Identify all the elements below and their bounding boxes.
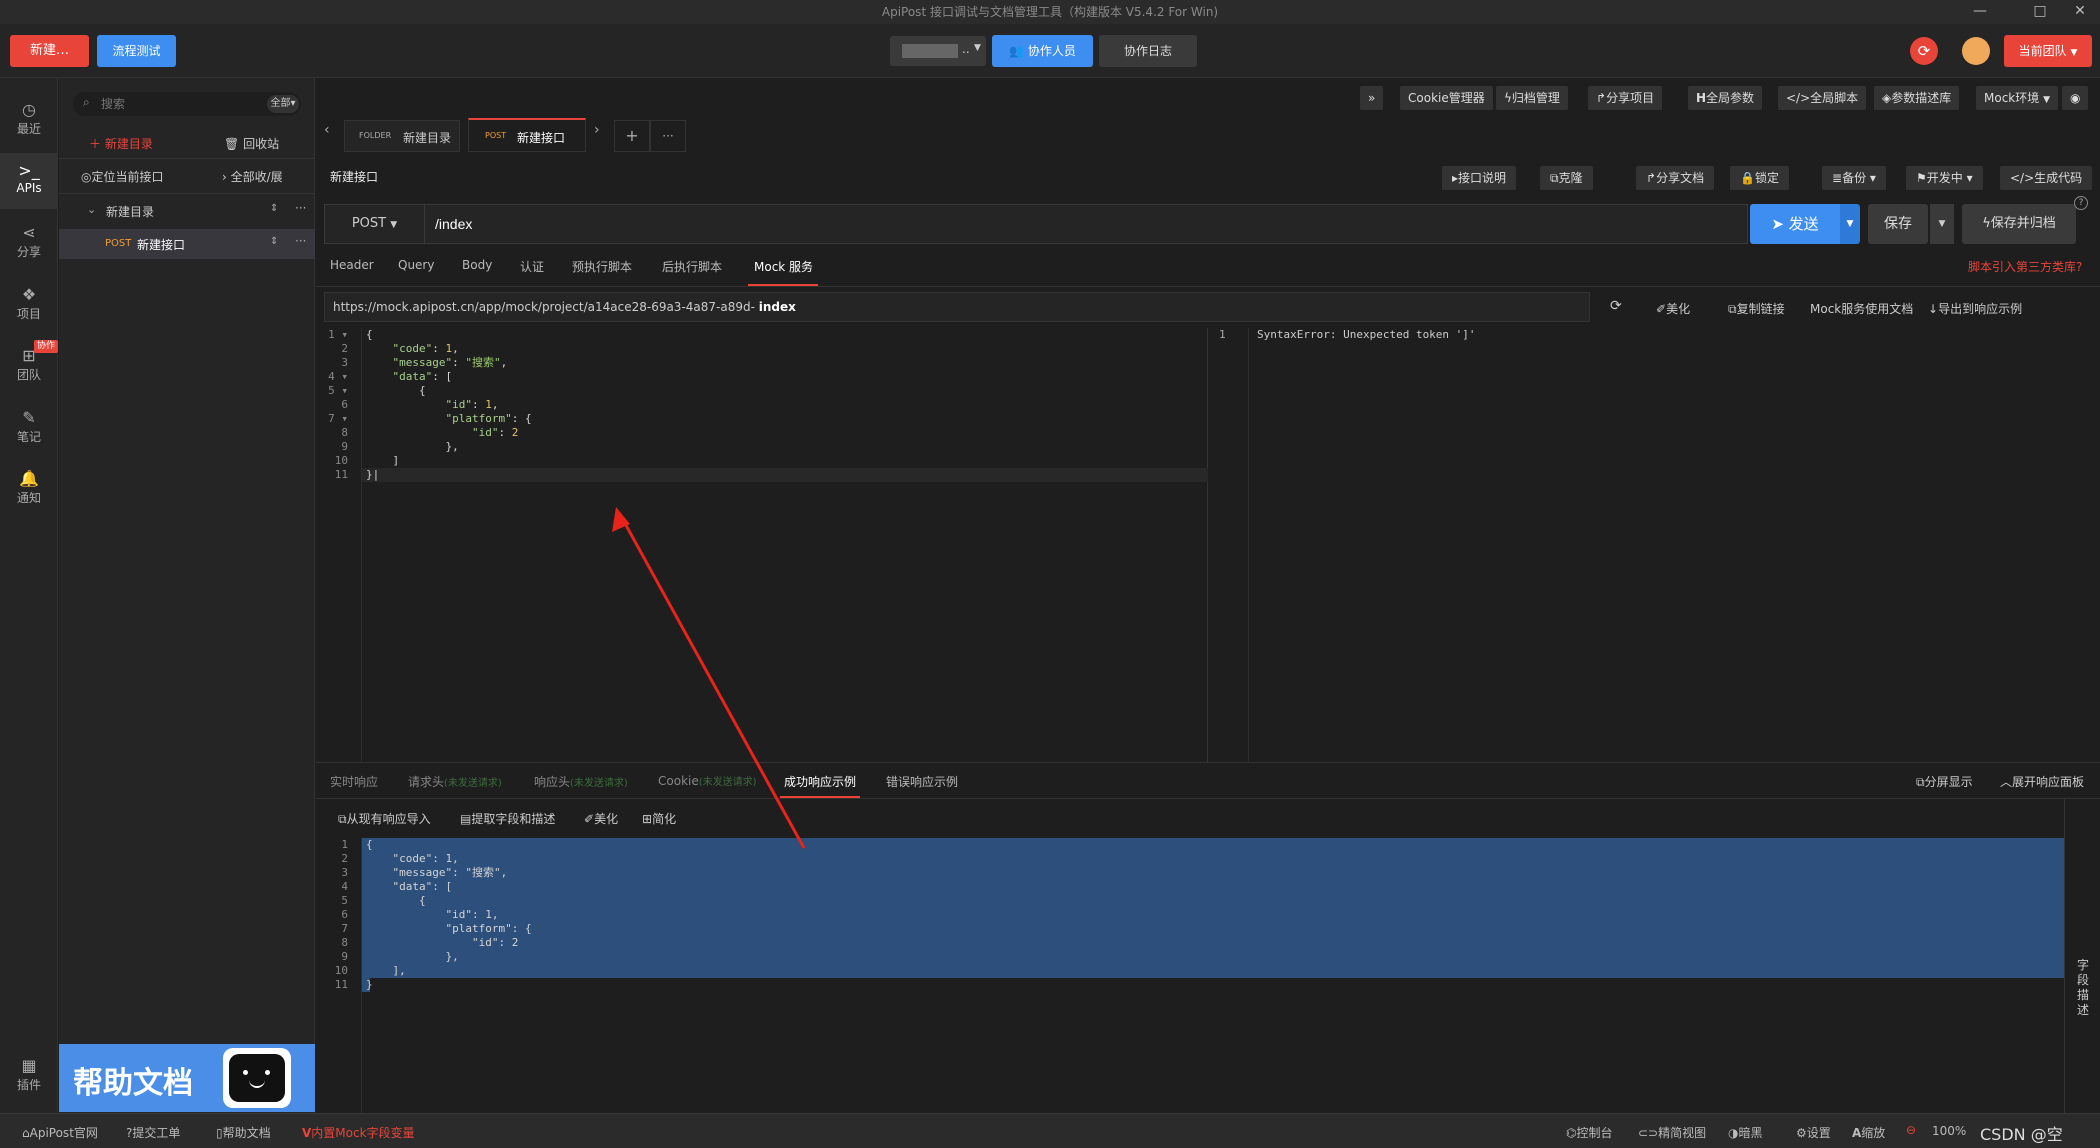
project-select-value: .. — [962, 42, 970, 56]
main-panel: » Cookie管理器 ϟ归档管理 ↱分享项目 H全局参数 </>全局脚本 ◈参… — [316, 78, 2100, 1113]
sort-icon[interactable]: ⇕ — [270, 236, 278, 247]
maximize-icon[interactable]: □ — [2020, 0, 2060, 24]
rail-team[interactable]: ⊞ 团队 协作 — [0, 338, 58, 394]
minimize-icon[interactable]: — — [1960, 0, 2000, 24]
home-icon: ⌂ — [22, 1126, 30, 1140]
rail-share[interactable]: ⋖ 分享 — [0, 215, 58, 271]
rail-apis[interactable]: >_ APIs — [0, 153, 58, 209]
folder-name: 新建目录 — [106, 205, 155, 219]
nav-rail: ◷ 最近 >_ APIs ⋖ 分享 ❖ 项目 ⊞ 团队 协作 ✎ 笔记 🔔 通知 ▦ 插件 — [0, 78, 58, 1113]
rail-plugins[interactable]: ▦ 插件 — [0, 1048, 58, 1104]
chevron-down-icon: ⌄ — [87, 203, 97, 216]
terminal-icon: ⌬ — [1566, 1126, 1577, 1140]
search-input[interactable] — [101, 95, 221, 113]
chevron-right-icon: › — [222, 170, 231, 184]
plus-icon: ＋ — [89, 137, 105, 151]
watermark: CSDN @空 — [1980, 1125, 2063, 1144]
terminal-icon: >_ — [18, 161, 40, 180]
help-banner-text: 帮助文档 — [73, 1066, 193, 1101]
method-tag: POST — [105, 238, 132, 249]
bell-icon: 🔔 — [19, 469, 39, 488]
annotation-arrow — [612, 507, 806, 849]
filter-select[interactable]: 全部▾ — [267, 95, 299, 113]
v-icon: V — [302, 1126, 312, 1140]
search-box: ⌕ 全部▾ — [73, 92, 301, 116]
locate-icon: ◎ — [81, 170, 92, 184]
gear-icon: ⚙ — [1796, 1126, 1807, 1140]
edit-icon: ✎ — [22, 408, 36, 427]
clock-icon: ◷ — [22, 100, 36, 119]
chevron-down-icon: ▼ — [2070, 48, 2078, 58]
new-button[interactable]: 新建… — [10, 35, 89, 67]
trash-icon: 🗑 — [224, 137, 244, 151]
settings-button[interactable]: ⚙设置 — [1796, 1124, 1831, 1141]
team-badge: 协作 — [34, 340, 58, 353]
more-icon[interactable]: ··· — [295, 201, 306, 215]
grid-icon: ▦ — [21, 1056, 37, 1075]
book-icon: ▯ — [216, 1126, 223, 1140]
mascot-icon — [223, 1048, 291, 1108]
avatar[interactable] — [1962, 37, 1990, 65]
zoom-control[interactable]: A缩放 — [1852, 1124, 1885, 1141]
submit-ticket-link[interactable]: ?提交工单 — [126, 1124, 180, 1141]
window-title: ApiPost 接口调试与文档管理工具（构建版本 V5.4.2 For Win) — [881, 5, 1219, 19]
share-icon: ⋖ — [22, 223, 36, 242]
rail-notes[interactable]: ✎ 笔记 — [0, 400, 58, 456]
top-toolbar: 新建… 流程测试 .. ▼ 👥 协作人员 协作日志 ⟳ 当前团队 ▼ — [0, 24, 2100, 78]
project-name-blurred — [902, 44, 958, 58]
project-select[interactable]: .. ▼ — [890, 36, 986, 66]
api-name: 新建接口 — [137, 238, 186, 252]
chevron-down-icon: ▼ — [974, 43, 981, 53]
status-bar: ⌂ApiPost官网 ?提交工单 ▯帮助文档 V内置Mock字段变量 ⌬控制台 … — [0, 1113, 2100, 1148]
sync-icon[interactable]: ⟳ — [1910, 37, 1938, 65]
new-dir-button[interactable]: ＋ 新建目录 — [89, 135, 153, 152]
search-icon: ⌕ — [83, 95, 90, 109]
cubes-icon: ❖ — [21, 285, 37, 304]
zoom-out-icon[interactable]: ⊖ — [1906, 1123, 1916, 1137]
help-docs-link[interactable]: ▯帮助文档 — [216, 1124, 271, 1141]
api-tree-panel: ⌕ 全部▾ ＋ 新建目录 🗑 回收站 ◎定位当前接口 › 全部收/展 ⌄ 新建目… — [59, 78, 315, 1113]
flow-test-button[interactable]: 流程测试 — [97, 35, 176, 67]
rail-project[interactable]: ❖ 项目 — [0, 277, 58, 333]
recycle-bin-button[interactable]: 🗑 回收站 — [224, 135, 279, 152]
divider — [59, 158, 315, 159]
divider — [59, 193, 315, 194]
close-icon[interactable]: ✕ — [2060, 0, 2100, 24]
console-button[interactable]: ⌬控制台 — [1566, 1124, 1613, 1141]
collapse-all-button[interactable]: › 全部收/展 — [222, 168, 283, 185]
toggle-on-icon: ◑ — [1728, 1126, 1739, 1140]
help-banner[interactable]: 帮助文档 — [59, 1044, 315, 1112]
sort-icon[interactable]: ⇕ — [270, 203, 278, 214]
more-icon[interactable]: ··· — [295, 234, 306, 248]
official-site-link[interactable]: ⌂ApiPost官网 — [22, 1124, 98, 1141]
users-icon: 👥 — [1009, 44, 1028, 58]
mock-vars-link[interactable]: V内置Mock字段变量 — [302, 1124, 415, 1141]
team-button[interactable]: 当前团队 ▼ — [2004, 35, 2092, 67]
rail-notify[interactable]: 🔔 通知 — [0, 461, 58, 517]
toggle-off-icon: ⊂⊃ — [1638, 1126, 1659, 1140]
compact-view-toggle[interactable]: ⊂⊃精简视图 — [1638, 1124, 1706, 1141]
collaborators-button[interactable]: 👥 协作人员 — [992, 35, 1093, 67]
title-bar: ApiPost 接口调试与文档管理工具（构建版本 V5.4.2 For Win) — [0, 0, 2100, 24]
tree-item-row[interactable]: POST 新建接口 ⇕ ··· — [59, 229, 315, 259]
collab-log-button[interactable]: 协作日志 — [1099, 35, 1197, 67]
font-size-icon: A — [1852, 1126, 1862, 1140]
rail-recent[interactable]: ◷ 最近 — [0, 92, 58, 148]
zoom-level: 100% — [1932, 1124, 1967, 1138]
locate-button[interactable]: ◎定位当前接口 — [81, 168, 164, 185]
tree-folder-row[interactable]: ⌄ 新建目录 ⇕ ··· — [59, 197, 315, 225]
dark-mode-toggle[interactable]: ◑暗黑 — [1728, 1124, 1763, 1141]
